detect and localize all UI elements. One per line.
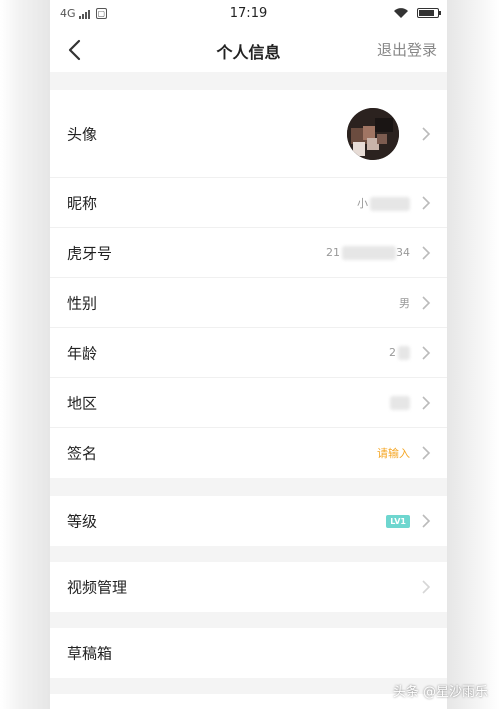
- region-row[interactable]: 地区: [50, 378, 447, 428]
- avatar-row[interactable]: 头像: [50, 90, 447, 178]
- left-backdrop: [0, 0, 50, 709]
- drafts-section: 草稿箱: [50, 628, 447, 678]
- huya-id-value: 21 34: [326, 245, 410, 260]
- chevron-right-icon: [422, 295, 431, 310]
- gender-label: 性别: [67, 294, 98, 312]
- avatar[interactable]: [347, 107, 399, 160]
- age-row[interactable]: 年龄 2: [50, 328, 447, 378]
- level-row[interactable]: 等级 LV1: [50, 496, 447, 546]
- nickname-row[interactable]: 昵称 小: [50, 178, 447, 228]
- watermark: 头条 @星沙雨乐: [392, 685, 488, 700]
- chevron-right-icon: [422, 245, 431, 260]
- chevron-right-icon: [422, 195, 431, 210]
- nickname-label: 昵称: [67, 194, 98, 212]
- signature-placeholder: 请输入: [377, 447, 410, 460]
- chevron-right-icon: [422, 345, 431, 360]
- wifi-icon: [394, 8, 408, 18]
- region-value: [388, 395, 410, 410]
- video-section: 视频管理: [50, 562, 447, 612]
- huya-id-label: 虎牙号: [67, 244, 113, 262]
- chevron-left-icon: [68, 39, 81, 61]
- gender-row[interactable]: 性别 男: [50, 278, 447, 328]
- logout-button[interactable]: 退出登录: [377, 39, 437, 60]
- level-label: 等级: [67, 512, 98, 531]
- level-badge: LV1: [386, 515, 410, 528]
- age-value: 2: [389, 345, 410, 360]
- avatar-image: [347, 107, 399, 160]
- signature-label: 签名: [67, 444, 98, 463]
- chevron-right-icon: [422, 580, 431, 594]
- status-bar: 4G ▢ 17:19: [50, 0, 447, 28]
- chevron-right-icon: [422, 514, 431, 528]
- nickname-value: 小: [357, 195, 410, 211]
- status-right: [393, 7, 441, 19]
- right-backdrop: [447, 0, 500, 709]
- huya-id-row[interactable]: 虎牙号 21 34: [50, 228, 447, 278]
- gender-value: 男: [399, 296, 410, 310]
- video-management-label: 视频管理: [67, 578, 128, 597]
- chevron-right-icon: [422, 126, 431, 141]
- age-label: 年龄: [67, 344, 98, 362]
- drafts-row[interactable]: 草稿箱: [50, 628, 447, 678]
- drafts-label: 草稿箱: [67, 644, 113, 663]
- chevron-right-icon: [422, 446, 431, 460]
- next-section: [50, 694, 447, 709]
- video-management-row[interactable]: 视频管理: [50, 562, 447, 612]
- back-button[interactable]: [60, 36, 88, 64]
- profile-section: 头像 昵称 小 虎牙号 21 34 性别 男 年龄 2 地区 签名 请输入: [50, 90, 447, 478]
- phone-screen: 4G ▢ 17:19 个人信息 退出登录 头像 昵称 小 虎牙号 21 34 性…: [50, 0, 447, 709]
- level-value: LV1: [386, 514, 410, 528]
- region-label: 地区: [67, 394, 98, 412]
- signature-row[interactable]: 签名 请输入: [50, 428, 447, 478]
- chevron-right-icon: [422, 395, 431, 410]
- battery-icon: [417, 8, 441, 18]
- status-time: 17:19: [229, 6, 268, 21]
- avatar-label: 头像: [67, 125, 98, 143]
- level-section: 等级 LV1: [50, 496, 447, 546]
- nav-bar: 个人信息 退出登录: [50, 28, 447, 72]
